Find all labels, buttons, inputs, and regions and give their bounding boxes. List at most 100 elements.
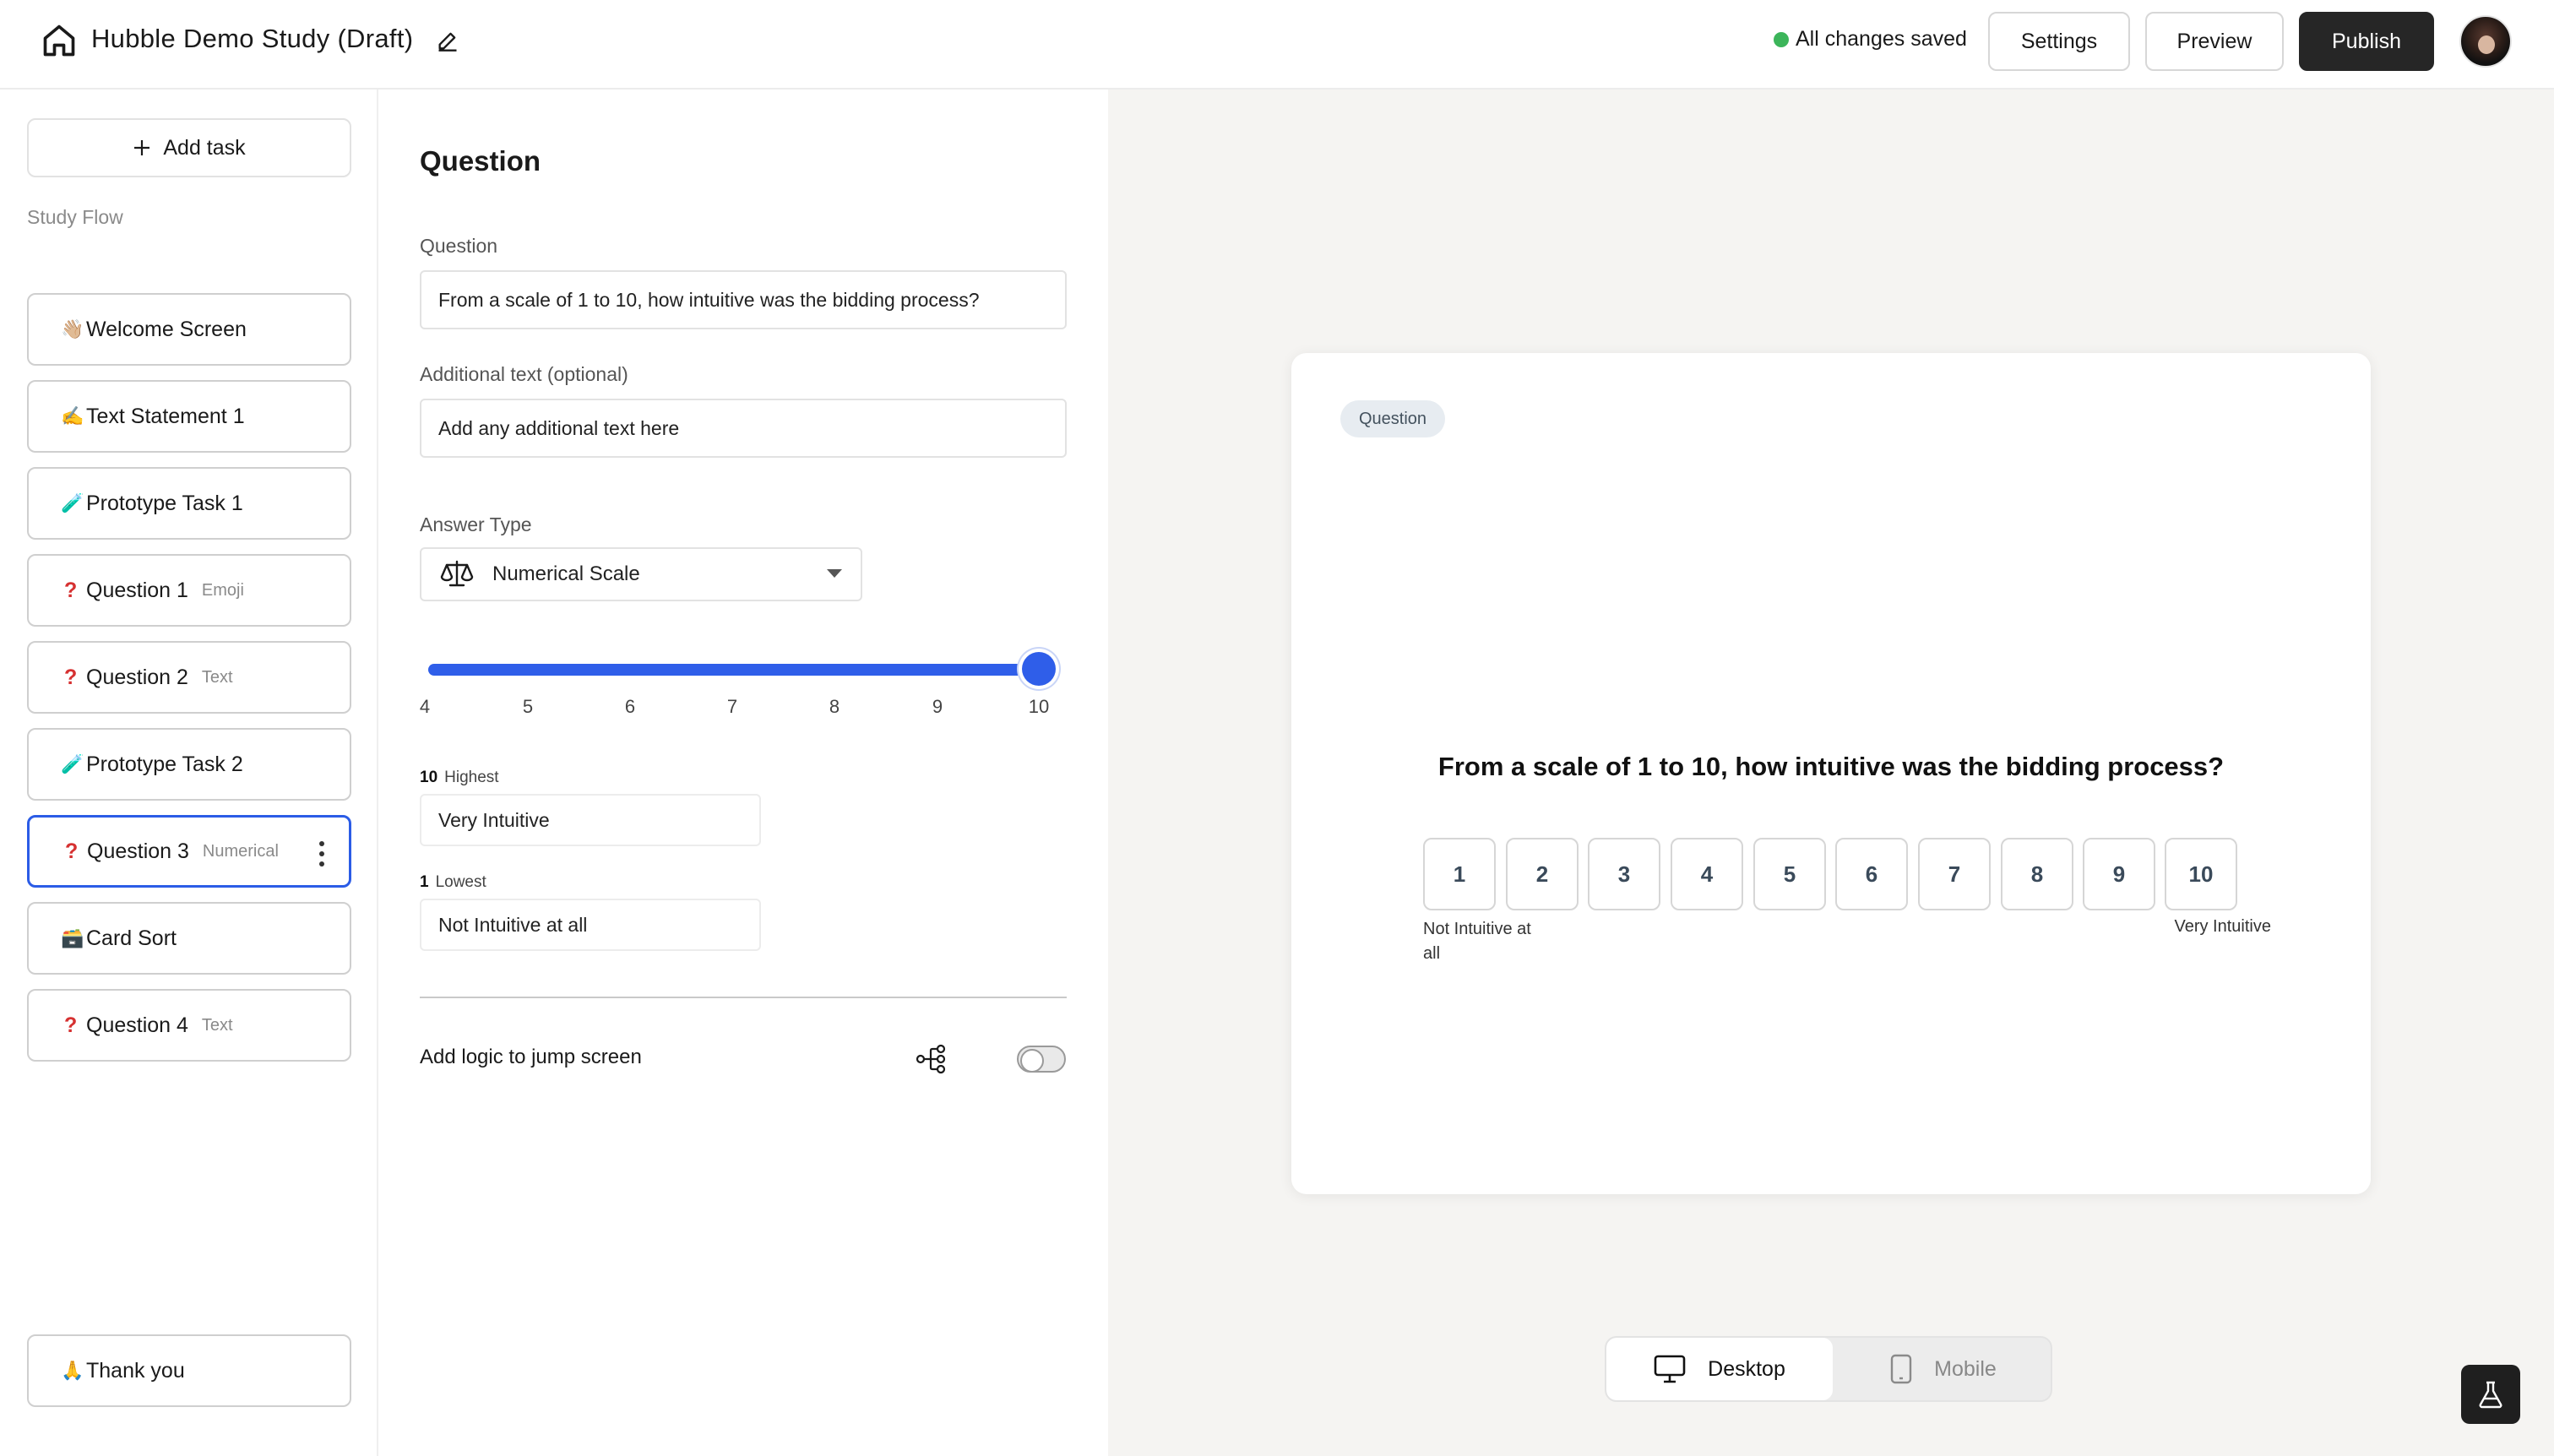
study-title: Hubble Demo Study (Draft): [91, 24, 414, 53]
slider-tick: 9: [932, 696, 943, 717]
highest-value: 10: [420, 769, 438, 786]
flow-item-type-tag: Text: [201, 667, 233, 687]
more-options-icon[interactable]: [318, 841, 325, 867]
question-input[interactable]: From a scale of 1 to 10, how intuitive w…: [420, 270, 1067, 329]
flow-item-card-sort[interactable]: 🗃️ Card Sort: [27, 902, 351, 975]
highest-caption: Highest: [444, 769, 499, 786]
scale-option-7[interactable]: 7: [1918, 838, 1991, 910]
flow-item-question-4[interactable]: ? Question 4 Text: [27, 989, 351, 1062]
highest-text-input[interactable]: Very Intuitive: [420, 794, 761, 846]
question-mark-icon: ?: [64, 578, 78, 602]
study-flow-heading: Study Flow: [27, 206, 123, 228]
add-task-label: Add task: [163, 135, 246, 160]
preview-button[interactable]: Preview: [2145, 12, 2284, 71]
logic-label: Add logic to jump screen: [420, 1046, 642, 1068]
desktop-label: Desktop: [1708, 1356, 1785, 1381]
scale-option-3[interactable]: 3: [1588, 838, 1660, 910]
flow-item-label: Question 4: [86, 1013, 188, 1037]
publish-button[interactable]: Publish: [2299, 12, 2434, 71]
flow-item-type-tag: Text: [201, 1015, 233, 1035]
praying-hands-icon: 🙏: [61, 1360, 84, 1381]
flow-item-prototype-task-1[interactable]: 🧪 Prototype Task 1: [27, 467, 351, 540]
highest-label: 10 Highest: [420, 769, 499, 787]
scale-option-6[interactable]: 6: [1835, 838, 1908, 910]
lowest-value: 1: [420, 873, 429, 891]
writing-hand-icon: ✍️: [61, 405, 84, 426]
status-dot: [1774, 31, 1789, 47]
avatar[interactable]: [2459, 15, 2512, 68]
plus-icon: [134, 140, 150, 155]
additional-text-label: Additional text (optional): [420, 363, 628, 385]
scale-option-4[interactable]: 4: [1671, 838, 1743, 910]
preview-card: Question From a scale of 1 to 10, how in…: [1291, 353, 2371, 1194]
flow-item-question-3[interactable]: ? Question 3 Numerical: [27, 815, 351, 888]
additional-text-input[interactable]: Add any additional text here: [420, 399, 1067, 458]
flow-item-welcome-screen[interactable]: 👋🏼 Welcome Screen: [27, 293, 351, 366]
answer-type-select[interactable]: Numerical Scale: [420, 547, 862, 601]
save-status-text: All changes saved: [1796, 27, 1967, 51]
lowest-caption: Lowest: [435, 873, 486, 891]
pencil-icon[interactable]: [436, 29, 459, 52]
slider-tick: 6: [624, 696, 636, 717]
mobile-label: Mobile: [1934, 1356, 1997, 1381]
flow-item-text-statement-1[interactable]: ✍️ Text Statement 1: [27, 380, 351, 453]
question-editor: Question Question From a scale of 1 to 1…: [380, 90, 1106, 1456]
scale-option-5[interactable]: 5: [1753, 838, 1826, 910]
top-bar: Hubble Demo Study (Draft) All changes sa…: [0, 0, 2554, 90]
preview-question-text: From a scale of 1 to 10, how intuitive w…: [1437, 752, 2225, 781]
scale-option-10[interactable]: 10: [2165, 838, 2237, 910]
answer-type-label: Answer Type: [420, 513, 532, 535]
flow-item-question-1[interactable]: ? Question 1 Emoji: [27, 554, 351, 627]
lowest-label: 1 Lowest: [420, 873, 486, 892]
flow-item-label: Welcome Screen: [86, 317, 247, 341]
slider-tick: 5: [522, 696, 534, 717]
save-status: All changes saved: [1774, 27, 1967, 52]
slider-tick: 8: [829, 696, 840, 717]
home-icon[interactable]: [41, 22, 78, 59]
desktop-tab[interactable]: Desktop: [1606, 1338, 1833, 1400]
scale-option-9[interactable]: 9: [2083, 838, 2155, 910]
branch-logic-icon: [916, 1044, 946, 1074]
flow-item-label: Thank you: [86, 1358, 185, 1383]
editor-title: Question: [420, 145, 541, 177]
slider-handle[interactable]: [1022, 652, 1056, 686]
flow-item-label: Question 1: [86, 578, 188, 602]
flow-item-label: Card Sort: [86, 926, 177, 950]
divider: [420, 997, 1067, 998]
flask-button[interactable]: [2461, 1365, 2520, 1424]
flow-item-question-2[interactable]: ? Question 2 Text: [27, 641, 351, 714]
device-toggle: Desktop Mobile: [1605, 1336, 2052, 1402]
test-tube-icon: 🧪: [61, 492, 84, 513]
answer-type-value: Numerical Scale: [492, 562, 640, 585]
test-tube-icon: 🧪: [61, 753, 84, 774]
scale-high-label: Very Intuitive: [2174, 917, 2271, 936]
settings-button[interactable]: Settings: [1988, 12, 2130, 71]
question-field-label: Question: [420, 235, 498, 257]
flow-item-label: Question 3: [87, 839, 189, 863]
flow-item-prototype-task-2[interactable]: 🧪 Prototype Task 2: [27, 728, 351, 801]
study-flow-sidebar: Add task Study Flow 👋🏼 Welcome Screen ✍️…: [0, 90, 378, 1456]
flow-item-label: Question 2: [86, 665, 188, 689]
lowest-text-input[interactable]: Not Intuitive at all: [420, 899, 761, 951]
question-mark-icon: ?: [64, 665, 78, 689]
scale-option-8[interactable]: 8: [2001, 838, 2073, 910]
flow-item-label: Text Statement 1: [86, 404, 245, 428]
question-mark-icon: ?: [65, 839, 79, 863]
flow-item-label: Prototype Task 1: [86, 491, 243, 515]
flow-item-thank-you[interactable]: 🙏 Thank you: [27, 1334, 351, 1407]
logic-toggle[interactable]: [1017, 1046, 1066, 1073]
add-task-button[interactable]: Add task: [27, 118, 351, 177]
scale-range-slider[interactable]: [428, 664, 1041, 676]
flow-item-type-tag: Emoji: [201, 580, 244, 600]
flow-item-type-tag: Numerical: [202, 841, 279, 861]
scale-option-1[interactable]: 1: [1423, 838, 1496, 910]
question-mark-icon: ?: [64, 1013, 78, 1037]
flask-icon: [2479, 1381, 2502, 1409]
card-box-icon: 🗃️: [61, 927, 84, 948]
monitor-icon: [1654, 1355, 1686, 1383]
balance-scale-icon: [440, 560, 474, 587]
wave-icon: 👋🏼: [61, 318, 84, 340]
mobile-tab[interactable]: Mobile: [1833, 1338, 2051, 1400]
scale-low-label: Not Intuitive at all: [1423, 920, 1531, 963]
scale-option-2[interactable]: 2: [1506, 838, 1579, 910]
